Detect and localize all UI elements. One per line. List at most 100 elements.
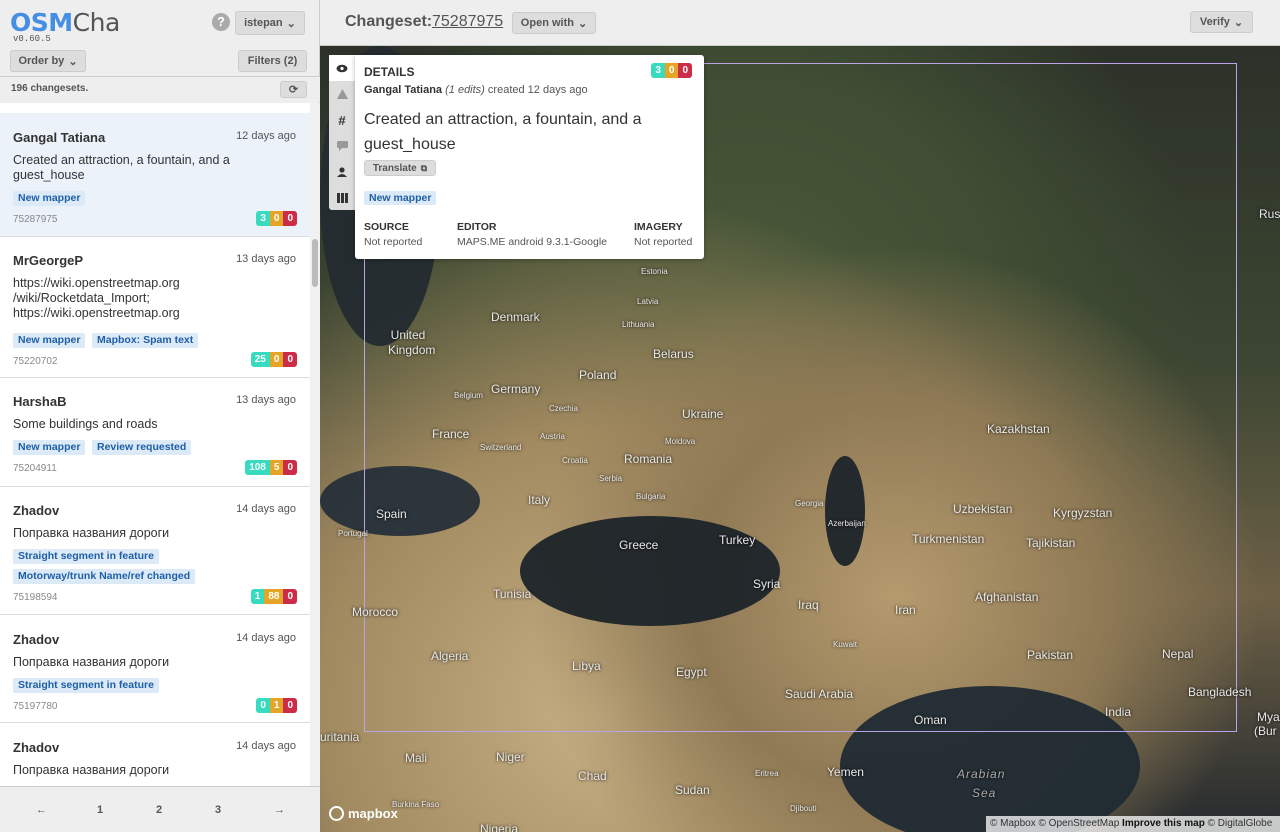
list-item[interactable]: Zhadov 14 days ago Поправка названия дор… [0,615,310,723]
place-label: uritania [320,730,360,744]
place-label: Italy [528,493,551,507]
place-label: Kazakhstan [987,422,1050,436]
place-label: Morocco [352,605,399,619]
eye-icon [336,64,348,72]
sidebar: OSMCha v0.60.5 ? istepan ⌄ Order by ⌄ Fi… [0,0,320,832]
logo-cha: Cha [72,8,121,37]
order-by-button[interactable]: Order by ⌄ [10,50,86,72]
next-page-button[interactable]: → [274,804,285,816]
help-icon[interactable]: ? [212,13,230,31]
place-label: Moldova [665,437,696,446]
page-2-button[interactable]: 2 [156,804,162,816]
item-comment: Поправка названия дороги [13,655,248,670]
attribution-dg-link[interactable]: © DigitalGlobe [1208,818,1273,829]
created-count: 1 [250,589,265,604]
list-item[interactable]: Gangal Tatiana 12 days ago Created an at… [0,113,310,237]
improve-map-link[interactable]: Improve this map [1122,818,1205,829]
item-tag[interactable]: New mapper [13,333,86,348]
item-tag[interactable]: New mapper [13,440,86,455]
warning-icon [336,89,348,99]
refresh-icon: ⟳ [288,84,299,96]
list-item[interactable]: Zhadov 14 days ago Поправка названия дор… [0,487,310,615]
item-tag[interactable]: Motorway/trunk Name/ref changed [13,569,196,584]
item-stats: 1 88 0 [250,589,297,604]
changeset-id-link[interactable]: 75287975 [432,13,503,31]
changeset-label: Changeset: [345,13,433,30]
translate-label: Translate [372,162,417,174]
item-tag[interactable]: Straight segment in feature [13,549,159,564]
details-user[interactable]: Gangal Tatiana [364,84,442,96]
comment-icon [336,141,348,151]
item-user: MrGeorgeP [13,253,84,268]
verify-button[interactable]: Verify ⌄ [1190,11,1253,33]
item-comment: Поправка названия дороги [13,526,248,541]
item-date: 13 days ago [236,253,296,265]
place-label: Saudi Arabia [785,687,854,701]
item-tag[interactable]: Straight segment in feature [13,678,159,693]
place-label: Lithuania [622,320,655,329]
place-label: Estonia [641,267,668,276]
translate-button[interactable]: Translate ⧉ [364,160,436,176]
tab-map-options[interactable] [329,185,355,211]
place-label: Germany [491,382,541,396]
mapbox-logo[interactable]: mapbox [329,806,398,821]
deleted-count: 0 [283,211,297,226]
attribution-mapbox-link[interactable]: © Mapbox [990,818,1036,829]
item-tag[interactable]: Mapbox: Spam text [92,333,199,348]
item-comment-line: Поправка названия дороги [13,526,170,540]
attribution-osm-link[interactable]: © OpenStreetMap [1039,818,1120,829]
item-date: 13 days ago [236,394,296,406]
item-tag[interactable]: New mapper [13,191,86,206]
place-label: Belarus [653,347,694,361]
tab-details[interactable] [329,55,355,81]
brand-logo[interactable]: OSMCha v0.60.5 [10,9,120,45]
place-label: Austria [540,432,565,441]
deleted-count: 0 [283,460,297,475]
details-comment: Created an attraction, a fountain, and a… [364,107,674,157]
item-comment-line: Поправка названия дороги [13,763,170,777]
created-count: 25 [250,352,270,367]
place-label: Libya [572,659,601,673]
details-tag[interactable]: New mapper [364,191,437,205]
item-comment-line: Created an attraction, a fountain, and a [13,153,230,167]
changeset-list: Gangal Tatiana 12 days ago Created an at… [0,103,310,786]
map-attribution: © Mapbox © OpenStreetMap Improve this ma… [986,816,1280,832]
tab-tags[interactable]: # [329,107,355,133]
verify-label: Verify [1199,16,1230,28]
item-comment-line: https://wiki.openstreetmap.org [13,306,180,320]
hashtag-icon: # [338,112,346,128]
item-comment: Поправка названия дороги [13,763,248,778]
modified-count: 0 [664,63,679,78]
item-comment-line: https://wiki.openstreetmap.org [13,276,180,290]
list-scrollbar[interactable] [310,103,320,786]
page-1-button[interactable]: 1 [97,804,103,816]
imagery-value: Not reported [634,236,693,248]
list-item[interactable]: Zhadov 14 days ago Поправка названия дор… [0,723,310,786]
place-label: Uzbekistan [953,502,1013,516]
tab-user[interactable] [329,159,355,185]
chevron-down-icon: ⌄ [1233,16,1244,29]
item-tag[interactable]: Review requested [92,440,192,455]
list-item[interactable]: HarshaB 13 days ago Some buildings and r… [0,378,310,487]
app-version: v0.60.5 [13,34,51,44]
created-count: 0 [256,698,270,713]
list-scrollbar-thumb[interactable] [312,239,318,287]
filters-button[interactable]: Filters (2) [238,50,307,72]
prev-page-button[interactable]: ← [36,804,47,816]
place-label: Afghanistan [975,590,1039,604]
external-link-icon: ⧉ [420,162,428,173]
tab-flags[interactable] [329,81,355,107]
open-with-button[interactable]: Open with ⌄ [512,12,596,34]
place-label: Eritrea [755,769,779,778]
place-label: Bulgaria [636,492,666,501]
sea-label: Arabian [957,767,1006,781]
user-menu-button[interactable]: istepan ⌄ [235,11,305,35]
list-item[interactable]: MrGeorgeP 13 days ago https://wiki.opens… [0,237,310,378]
place-label: France [432,427,470,441]
page-3-button[interactable]: 3 [215,804,221,816]
refresh-button[interactable]: ⟳ [280,81,307,98]
deleted-count: 0 [283,589,297,604]
place-label: Poland [579,368,617,382]
tab-discussions[interactable] [329,133,355,159]
place-label: Myan [1257,710,1280,724]
